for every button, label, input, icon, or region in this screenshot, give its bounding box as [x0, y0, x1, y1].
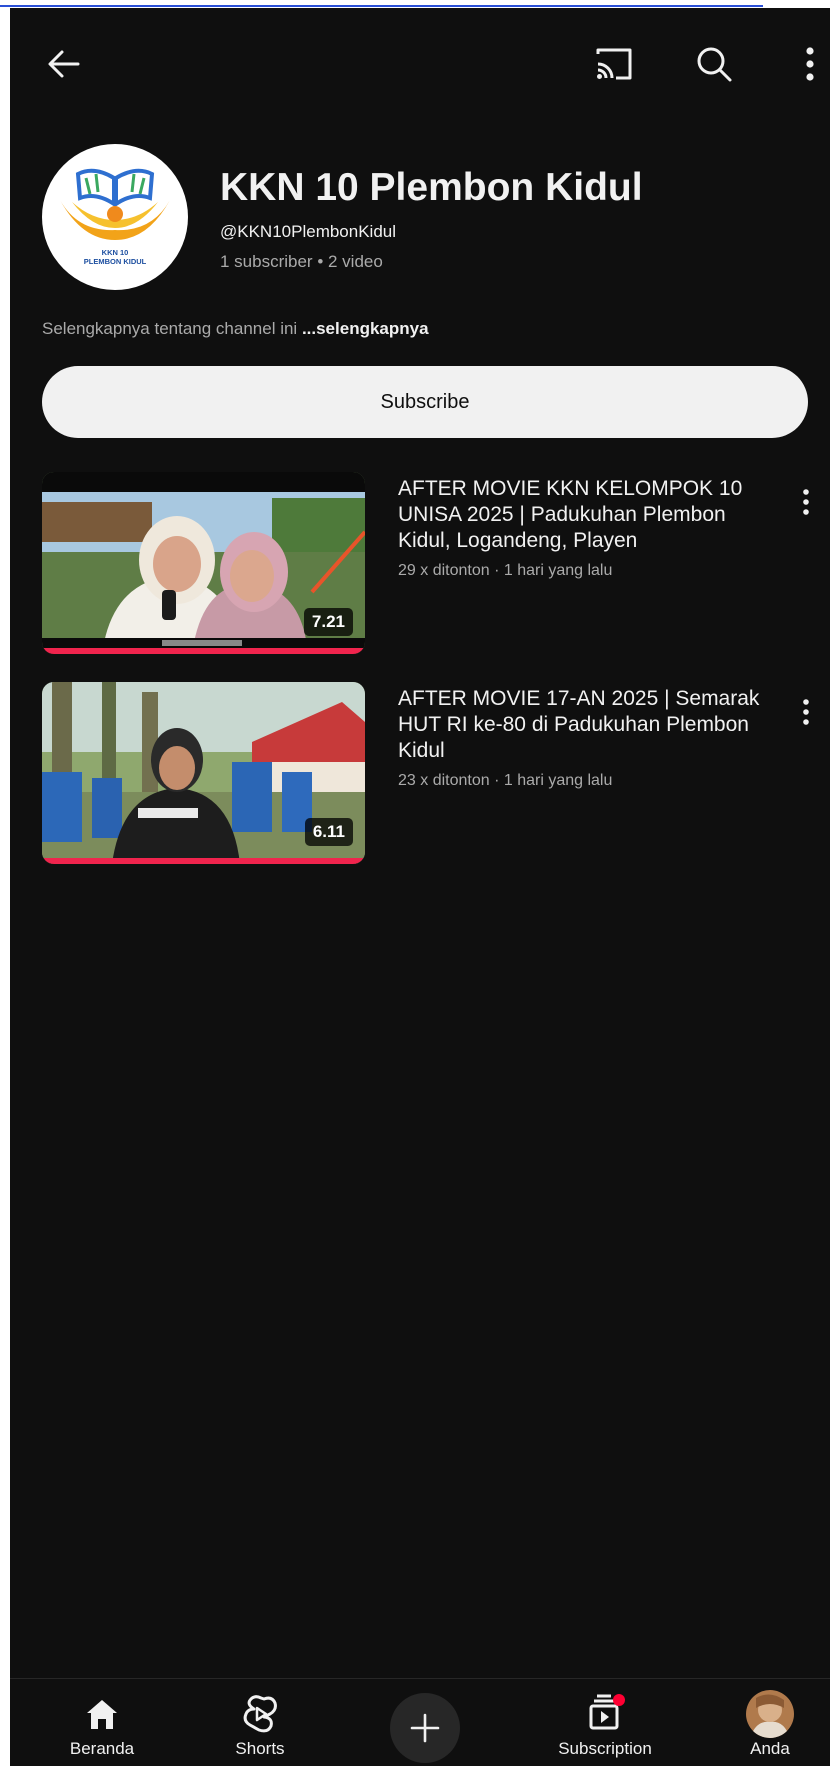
channel-avatar[interactable]: KKN 10 PLEMBON KIDUL [42, 144, 188, 290]
channel-name: KKN 10 Plembon Kidul [220, 166, 643, 209]
subscriptions-icon [589, 1694, 625, 1730]
logo-text-line-2: PLEMBON KIDUL [83, 257, 147, 266]
more-options-button[interactable] [786, 40, 830, 88]
cast-icon [596, 48, 632, 80]
bottom-navigation: Beranda Shorts Subscription Anda [10, 1678, 830, 1766]
channel-handle: @KKN10PlembonKidul [220, 222, 397, 241]
channel-logo-text: KKN 10 PLEMBON KIDUL [42, 248, 188, 266]
about-text: Selengkapnya tentang channel ini [42, 319, 302, 338]
video-duration-badge: 7.21 [303, 608, 353, 636]
video-title[interactable]: AFTER MOVIE 17-AN 2025 | Semarak HUT RI … [398, 686, 768, 764]
video-list-item[interactable]: 7.21 AFTER MOVIE KKN KELOMPOK 10 UNISA 2… [10, 472, 830, 662]
top-link-strip [0, 0, 830, 8]
cast-button[interactable] [590, 40, 638, 88]
video-more-button[interactable] [794, 694, 818, 730]
create-plus-icon [410, 1713, 440, 1743]
channel-stats: 1 subscriber • 2 video [220, 252, 383, 271]
nav-you-label: Anda [750, 1739, 790, 1758]
create-button[interactable] [390, 1693, 460, 1763]
back-arrow-icon [48, 50, 80, 78]
nav-shorts[interactable]: Shorts [210, 1679, 310, 1766]
avatar [746, 1690, 794, 1738]
shorts-icon [243, 1695, 277, 1733]
more-vert-icon [806, 47, 814, 81]
more-vert-icon [803, 699, 809, 725]
video-thumbnail[interactable]: 7.21 [42, 472, 365, 654]
channel-about[interactable]: Selengkapnya tentang channel ini ...sele… [42, 319, 429, 339]
video-meta: 29 x ditonton · 1 hari yang lalu [398, 562, 613, 579]
nav-subscriptions-label: Subscription [558, 1739, 652, 1758]
search-button[interactable] [690, 40, 738, 88]
video-title[interactable]: AFTER MOVIE KKN KELOMPOK 10 UNISA 2025 |… [398, 476, 768, 554]
nav-you[interactable]: Anda [710, 1679, 830, 1766]
top-app-bar [10, 8, 830, 128]
video-list-item[interactable]: 6.11 AFTER MOVIE 17-AN 2025 | Semarak HU… [10, 682, 830, 872]
video-meta: 23 x ditonton · 1 hari yang lalu [398, 772, 613, 789]
video-duration-badge: 6.11 [304, 818, 353, 846]
video-thumbnail[interactable]: 6.11 [42, 682, 365, 864]
subscribe-button[interactable]: Subscribe [42, 366, 808, 438]
youtube-channel-page: KKN 10 PLEMBON KIDUL KKN 10 Plembon Kidu… [10, 8, 830, 1766]
nav-create[interactable] [388, 1679, 462, 1766]
watch-progress-bar [42, 648, 365, 654]
nav-subscriptions[interactable]: Subscription [530, 1679, 680, 1766]
video-more-button[interactable] [794, 484, 818, 520]
nav-home[interactable]: Beranda [52, 1679, 152, 1766]
about-more-link[interactable]: ...selengkapnya [302, 319, 429, 338]
home-icon [87, 1700, 117, 1729]
channel-logo-icon [60, 168, 170, 240]
back-button[interactable] [40, 40, 88, 88]
logo-text-line-1: KKN 10 [101, 248, 129, 257]
nav-shorts-label: Shorts [235, 1739, 285, 1758]
more-vert-icon [803, 489, 809, 515]
nav-home-label: Beranda [69, 1739, 135, 1758]
search-icon [697, 47, 732, 82]
watch-progress-bar [42, 858, 365, 864]
